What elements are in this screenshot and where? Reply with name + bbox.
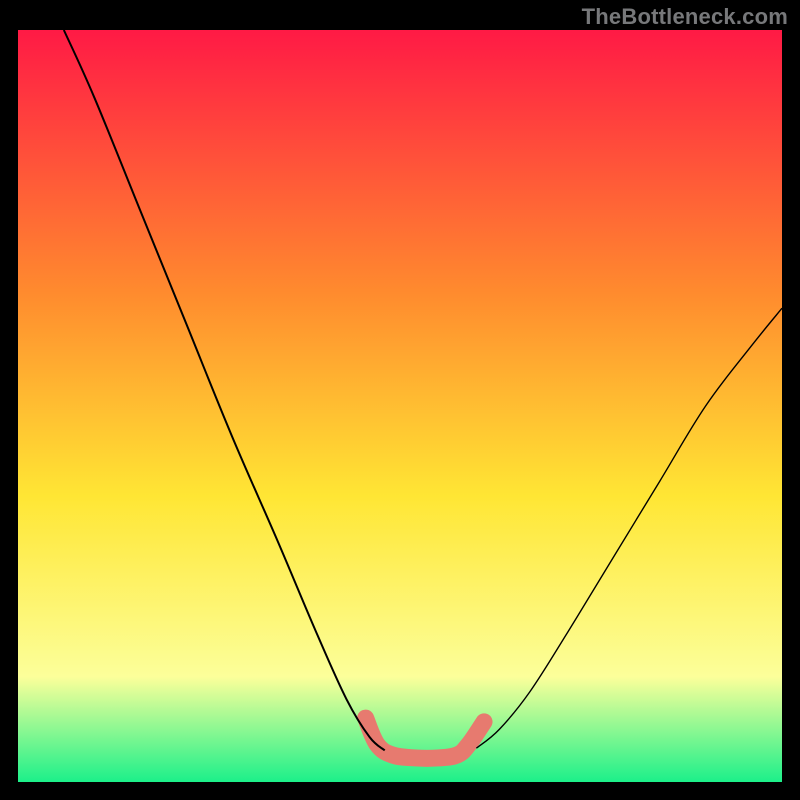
chart-frame: TheBottleneck.com bbox=[0, 0, 800, 800]
plot-background bbox=[18, 30, 782, 782]
bottleneck-curve-chart bbox=[0, 0, 800, 800]
watermark-label: TheBottleneck.com bbox=[582, 4, 788, 30]
